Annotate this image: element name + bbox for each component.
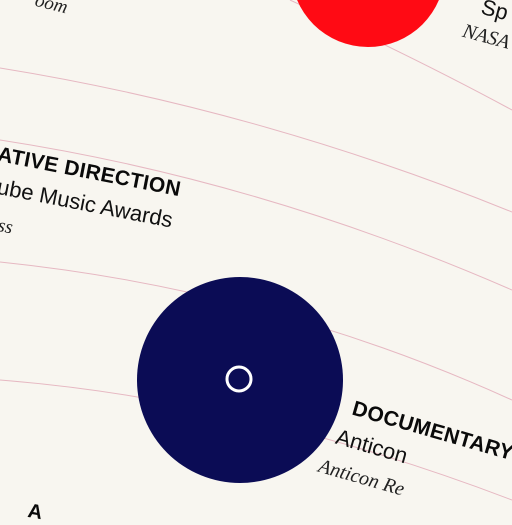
bottom-partial-category: A [26, 500, 45, 525]
red-dot [297, 0, 439, 47]
navy-dot [137, 277, 343, 483]
